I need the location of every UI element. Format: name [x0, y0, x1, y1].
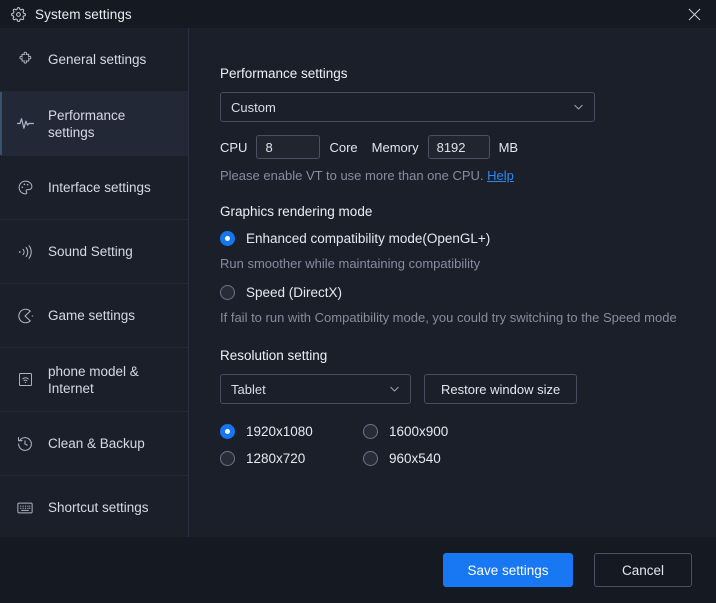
sound-waves-icon [15, 242, 35, 262]
restore-window-size-button[interactable]: Restore window size [424, 374, 578, 404]
mb-label: MB [498, 139, 519, 155]
window-body: General settings Performance settings In… [0, 28, 716, 537]
resolution-option-label: 960x540 [389, 451, 441, 466]
resolution-option-label: 1920x1080 [246, 424, 313, 439]
radio-1600x900[interactable] [363, 424, 378, 439]
system-settings-window: System settings General settings Perform… [0, 0, 716, 603]
save-settings-button[interactable]: Save settings [443, 553, 573, 587]
sidebar-item-phone-model-internet[interactable]: phone model & Internet [0, 348, 188, 412]
radio-1920x1080[interactable] [220, 424, 235, 439]
help-link[interactable]: Help [487, 168, 514, 183]
history-clock-icon [15, 434, 35, 454]
graphics-rendering-heading: Graphics rendering mode [220, 204, 373, 219]
radio-opengl[interactable] [220, 231, 235, 246]
pulse-icon [15, 114, 35, 134]
sidebar: General settings Performance settings In… [0, 28, 189, 537]
resolution-option-1600x900[interactable]: 1600x900 [363, 424, 506, 439]
gear-icon [10, 6, 26, 22]
sidebar-item-label: Performance settings [48, 107, 126, 140]
resolution-controls-row: Tablet Restore window size [220, 374, 716, 404]
memory-input[interactable]: 8192 [427, 135, 490, 159]
game-pacman-icon [15, 306, 35, 326]
chevron-down-icon [388, 383, 401, 396]
sidebar-item-shortcut-settings[interactable]: Shortcut settings [0, 476, 188, 537]
footer-bar: Save settings Cancel [0, 537, 716, 603]
resolution-option-1280x720[interactable]: 1280x720 [220, 451, 363, 466]
sidebar-item-label: Clean & Backup [48, 436, 145, 451]
cpu-input[interactable]: 8 [256, 135, 321, 159]
resolution-option-960x540[interactable]: 960x540 [363, 451, 506, 466]
radio-1280x720[interactable] [220, 451, 235, 466]
sidebar-item-general-settings[interactable]: General settings [0, 28, 188, 92]
vt-hint-text: Please enable VT to use more than one CP… [220, 168, 484, 183]
sidebar-item-interface-settings[interactable]: Interface settings [0, 156, 188, 220]
performance-preset-dropdown[interactable]: Custom [220, 92, 595, 122]
performance-settings-heading: Performance settings [220, 66, 348, 81]
device-type-dropdown[interactable]: Tablet [220, 374, 411, 404]
performance-preset-value: Custom [231, 99, 276, 115]
cancel-button[interactable]: Cancel [594, 553, 692, 587]
device-type-value: Tablet [231, 381, 266, 397]
sidebar-item-label: Interface settings [48, 180, 151, 195]
main-panel: Performance settings Custom CPU 8 Core M… [189, 28, 716, 537]
resolution-option-label: 1600x900 [389, 424, 449, 439]
cpu-memory-row: CPU 8 Core Memory 8192 MB [220, 135, 716, 159]
core-label: Core [329, 139, 358, 155]
radio-directx[interactable] [220, 285, 235, 300]
sidebar-item-label: General settings [48, 52, 147, 67]
cpu-label: CPU [220, 139, 248, 155]
close-icon[interactable] [672, 0, 716, 28]
sidebar-item-game-settings[interactable]: Game settings [0, 284, 188, 348]
sidebar-item-label: Shortcut settings [48, 500, 149, 515]
resolution-options-grid: 1920x1080 1600x900 1280x720 960x540 [220, 412, 550, 466]
chevron-down-icon [572, 101, 585, 114]
palette-icon [15, 178, 35, 198]
radio-directx-label: Speed (DirectX) [246, 285, 343, 300]
radio-960x540[interactable] [363, 451, 378, 466]
sidebar-item-label: Sound Setting [48, 244, 133, 259]
graphics-option-opengl[interactable]: Enhanced compatibility mode(OpenGL+) [220, 231, 716, 246]
sidebar-item-sound-setting[interactable]: Sound Setting [0, 220, 188, 284]
wifi-box-icon [15, 370, 35, 390]
graphics-option-directx[interactable]: Speed (DirectX) [220, 285, 716, 300]
radio-opengl-label: Enhanced compatibility mode(OpenGL+) [246, 231, 491, 246]
vt-hint: Please enable VT to use more than one CP… [220, 168, 716, 183]
memory-label: Memory [371, 139, 419, 155]
resolution-option-1920x1080[interactable]: 1920x1080 [220, 424, 363, 439]
sidebar-item-label: Game settings [48, 308, 136, 323]
sidebar-item-label: phone model & Internet [48, 363, 139, 396]
keyboard-icon [15, 498, 35, 518]
graphics-option-directx-description: If fail to run with Compatibility mode, … [220, 310, 677, 325]
graphics-option-opengl-description: Run smoother while maintaining compatibi… [220, 256, 481, 271]
sidebar-item-performance-settings[interactable]: Performance settings [0, 92, 188, 156]
sidebar-item-clean-backup[interactable]: Clean & Backup [0, 412, 188, 476]
title-bar: System settings [0, 0, 716, 28]
resolution-option-label: 1280x720 [246, 451, 306, 466]
resolution-setting-heading: Resolution setting [220, 348, 328, 363]
puzzle-piece-icon [15, 50, 35, 70]
resolution-row: 1280x720 960x540 [220, 439, 550, 466]
resolution-row: 1920x1080 1600x900 [220, 412, 550, 439]
window-title: System settings [35, 6, 132, 22]
